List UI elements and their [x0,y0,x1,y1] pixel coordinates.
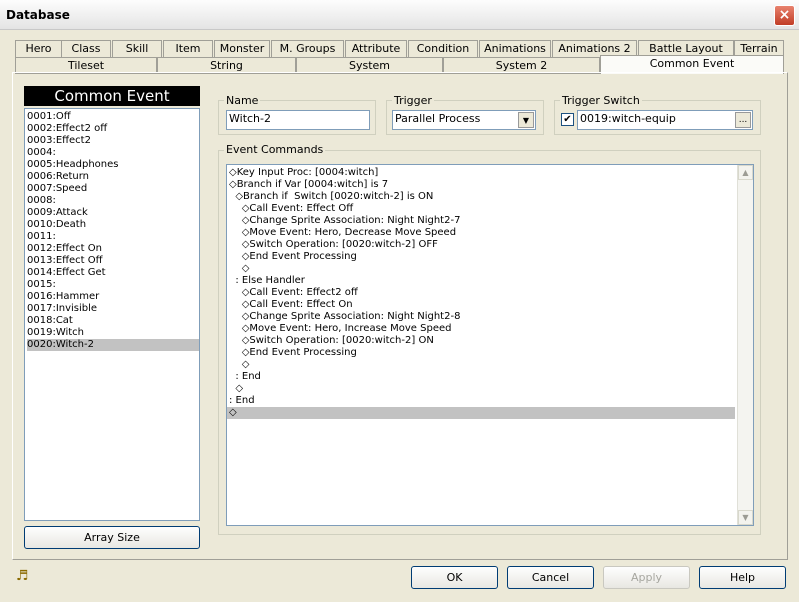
array-size-button[interactable]: Array Size [24,526,200,549]
list-item[interactable]: 0005:Headphones [27,159,199,171]
list-item[interactable]: 0014:Effect Get [27,267,199,279]
list-item[interactable]: 0010:Death [27,219,199,231]
chevron-down-icon[interactable]: ▼ [518,112,534,128]
command-line[interactable]: ◇Change Sprite Association: Night Night2… [227,311,735,323]
tab-class[interactable]: Class [61,40,111,57]
music-icon[interactable]: ♬ [16,568,29,584]
tab-skill[interactable]: Skill [112,40,162,57]
check-icon: ✔ [563,114,572,125]
apply-button[interactable]: Apply [603,566,690,589]
command-line[interactable]: : Else Handler [227,275,735,287]
list-item[interactable]: 0011: [27,231,199,243]
list-item[interactable]: 0019:Witch [27,327,199,339]
command-line[interactable]: ◇End Event Processing [227,347,735,359]
tab-m-groups[interactable]: M. Groups [271,40,344,57]
ok-button[interactable]: OK [411,566,498,589]
trigger-select-value: Parallel Process [395,112,481,125]
event-list[interactable]: 0001:Off 0002:Effect2 off 0003:Effect2 0004… [24,108,200,521]
event-commands-label: Event Commands [224,143,326,156]
scroll-up-icon[interactable]: ▲ [738,165,753,180]
command-line[interactable]: ◇Move Event: Hero, Decrease Move Speed [227,227,735,239]
close-icon-glyph: × [778,7,791,23]
title-bar: Database ▼ × [0,0,799,30]
command-line[interactable]: ◇Branch if Var [0004:witch] is 7 [227,179,735,191]
list-item[interactable]: 0013:Effect Off [27,255,199,267]
tab-animations[interactable]: Animations [479,40,551,57]
ellipsis-button[interactable]: ... [735,112,751,128]
trigger-select[interactable]: Parallel Process ▼ [392,110,536,130]
close-button[interactable]: ▼ × [774,5,795,26]
list-item[interactable]: 0002:Effect2 off [27,123,199,135]
trigger-switch-label: Trigger Switch [560,94,642,107]
list-item[interactable]: 0016:Hammer [27,291,199,303]
list-item[interactable]: 0009:Attack [27,207,199,219]
tab-item[interactable]: Item [163,40,213,57]
name-field[interactable]: Witch-2 [226,110,370,130]
name-label: Name [224,94,261,107]
command-line[interactable]: ◇Move Event: Hero, Increase Move Speed [227,323,735,335]
trigger-switch-checkbox[interactable]: ✔ [561,113,574,126]
command-line[interactable]: ◇ [227,407,735,419]
list-header: Common Event [24,86,200,106]
list-item[interactable]: 0008: [27,195,199,207]
list-item[interactable]: 0017:Invisible [27,303,199,315]
command-line[interactable]: ◇Call Event: Effect On [227,299,735,311]
cancel-button[interactable]: Cancel [507,566,594,589]
command-line[interactable]: ◇ [227,359,735,371]
help-button[interactable]: Help [699,566,786,589]
tab-hero[interactable]: Hero [15,40,62,57]
command-line[interactable]: ◇ [227,263,735,275]
list-item[interactable]: 0015: [27,279,199,291]
command-line[interactable]: ◇Call Event: Effect Off [227,203,735,215]
trigger-switch-field[interactable]: 0019:witch-equip ... [577,110,753,130]
command-line[interactable]: ◇Change Sprite Association: Night Night2… [227,215,735,227]
commands-scrollbar[interactable]: ▲ ▼ [737,165,753,525]
tab-condition[interactable]: Condition [408,40,478,57]
tab-attribute[interactable]: Attribute [345,40,407,57]
list-item[interactable]: 0006:Return [27,171,199,183]
command-line[interactable]: ◇Switch Operation: [0020:witch-2] ON [227,335,735,347]
command-line[interactable]: ◇Branch if Switch [0020:witch-2] is ON [227,191,735,203]
command-line[interactable]: ◇End Event Processing [227,251,735,263]
command-line[interactable]: : End [227,371,735,383]
list-item[interactable]: 0018:Cat [27,315,199,327]
command-line[interactable]: ◇ [227,383,735,395]
list-item[interactable]: 0004: [27,147,199,159]
command-line[interactable]: ◇Switch Operation: [0020:witch-2] OFF [227,239,735,251]
scroll-down-icon[interactable]: ▼ [738,510,753,525]
tab-monster[interactable]: Monster [214,40,270,57]
list-item[interactable]: 0001:Off [27,111,199,123]
command-line[interactable]: ◇Call Event: Effect2 off [227,287,735,299]
event-commands-list[interactable]: ▲ ▼ ◇Key Input Proc: [0004:witch] ◇Branch… [226,164,754,526]
list-item[interactable]: 0007:Speed [27,183,199,195]
command-line[interactable]: ◇Key Input Proc: [0004:witch] [227,167,735,179]
list-item[interactable]: 0012:Effect On [27,243,199,255]
list-item[interactable]: 0020:Witch-2 [27,339,199,351]
window-title: Database [6,8,70,22]
trigger-label: Trigger [392,94,434,107]
list-item[interactable]: 0003:Effect2 [27,135,199,147]
trigger-switch-value: 0019:witch-equip [580,112,676,125]
command-line[interactable]: : End [227,395,735,407]
